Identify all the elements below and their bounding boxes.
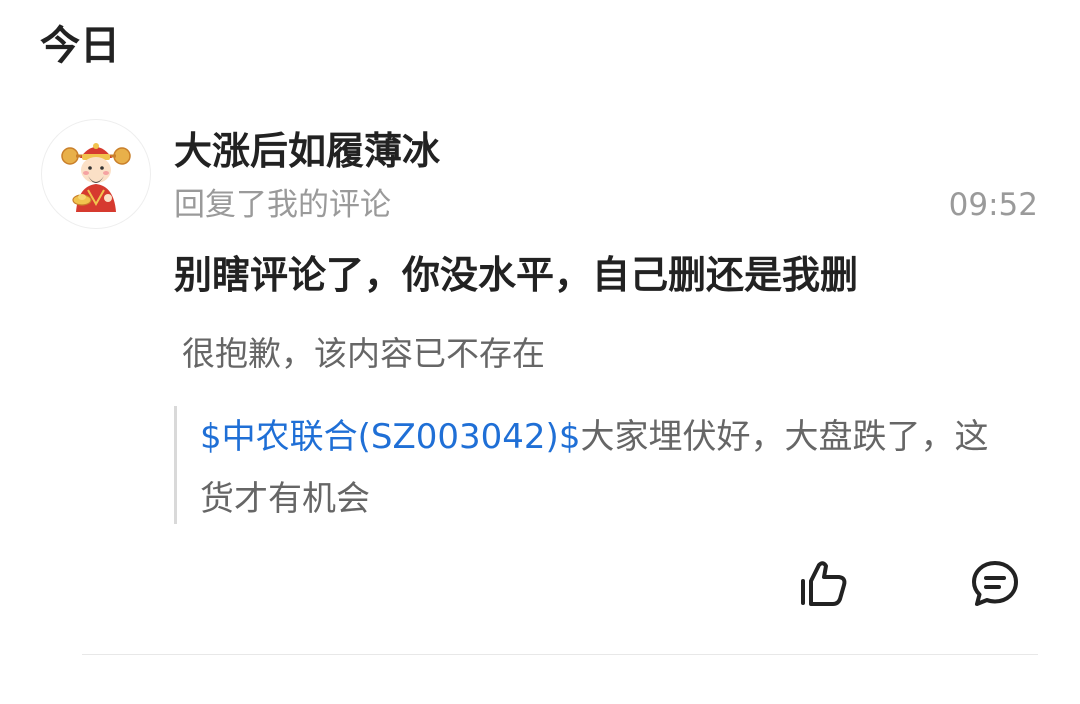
section-title: 今日 xyxy=(40,23,120,69)
thumbs-up-icon xyxy=(801,561,847,606)
stock-tag-link[interactable]: $中农联合(SZ003042)$ xyxy=(200,417,580,457)
timestamp: 09:52 xyxy=(948,187,1038,223)
reply-content[interactable]: 别瞎评论了，你没水平，自己删还是我删 xyxy=(174,246,858,304)
comment-button[interactable] xyxy=(967,556,1023,612)
divider xyxy=(82,654,1038,655)
username[interactable]: 大涨后如履薄冰 xyxy=(174,124,440,178)
quoted-post-body: $中农联合(SZ003042)$大家埋伏好，大盘跌了，这货才有机会 xyxy=(200,406,990,530)
avatar[interactable] xyxy=(41,119,151,229)
deleted-comment-notice: 很抱歉，该内容已不存在 xyxy=(182,334,545,373)
like-button[interactable] xyxy=(796,556,852,612)
notification-action-text: 回复了我的评论 xyxy=(174,187,391,223)
god-of-wealth-avatar-icon xyxy=(61,143,131,212)
comment-bubble-icon xyxy=(972,561,1018,606)
quoted-post[interactable]: $中农联合(SZ003042)$大家埋伏好，大盘跌了，这货才有机会 xyxy=(174,406,997,524)
